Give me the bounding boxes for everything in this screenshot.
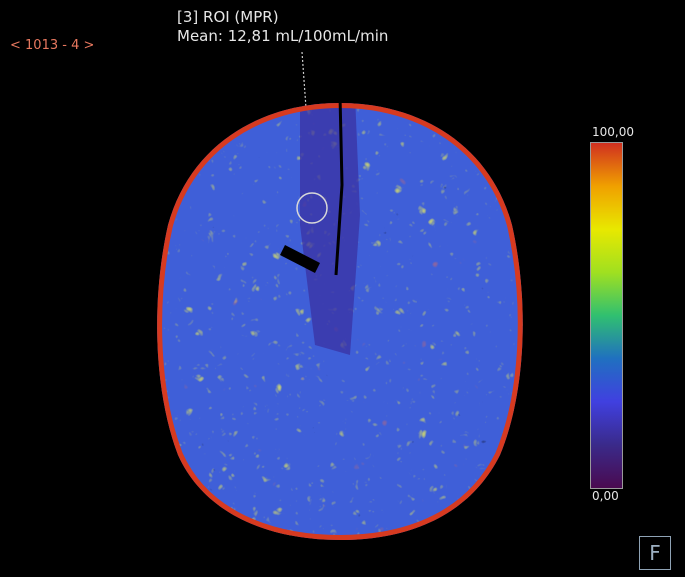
image-viewport[interactable]: < 1013 - 4 > [3] ROI (MPR) Mean: 12,81 m…: [0, 0, 685, 577]
colorbar-max-label: 100,00: [592, 125, 634, 139]
orientation-marker[interactable]: F: [639, 536, 671, 570]
colorbar: [590, 142, 623, 489]
perfusion-map-image[interactable]: [150, 95, 530, 545]
colorbar-min-label: 0,00: [592, 489, 619, 503]
